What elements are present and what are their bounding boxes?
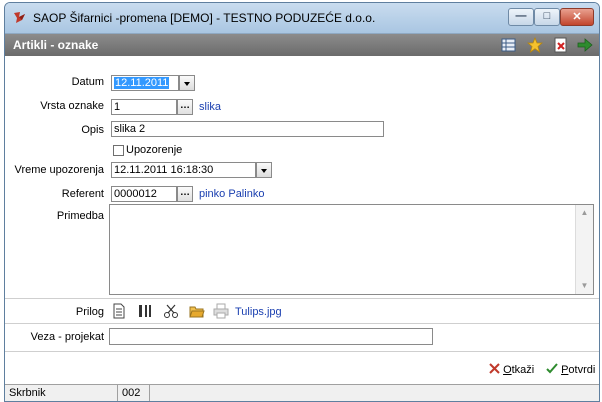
- app-logo-icon: [14, 12, 25, 23]
- window-title: SAOP Šifarnici -promena [DEMO] - TESTNO …: [33, 11, 376, 25]
- text-cursor-icon[interactable]: [137, 303, 153, 319]
- datum-value: 12.11.2011: [114, 77, 170, 89]
- vreme-upozorenja-dropdown-button[interactable]: [256, 162, 272, 178]
- upozorenje-label: Upozorenje: [126, 144, 183, 156]
- app-window: SAOP Šifarnici -promena [DEMO] - TESTNO …: [4, 2, 600, 402]
- vrsta-oznake-label: Vrsta oznake: [40, 100, 104, 112]
- veza-projekat-field[interactable]: [109, 328, 433, 345]
- primedba-label: Primedba: [56, 210, 104, 222]
- open-folder-icon[interactable]: [189, 303, 205, 319]
- primedba-textarea[interactable]: ▲ ▼: [109, 204, 594, 295]
- form-header: Artikli - oznake: [5, 34, 599, 56]
- upozorenje-checkbox[interactable]: [113, 145, 124, 156]
- scroll-up-icon[interactable]: ▲: [576, 205, 593, 221]
- grid-icon[interactable]: [501, 37, 517, 53]
- datum-label: Datum: [71, 76, 104, 88]
- vrsta-oznake-link[interactable]: slika: [199, 101, 221, 113]
- veza-projekat-label: Veza - projekat: [30, 331, 104, 343]
- vrsta-oznake-field[interactable]: 1: [111, 99, 177, 115]
- status-empty: [150, 385, 599, 401]
- opis-label: Opis: [81, 124, 104, 136]
- separator: [5, 351, 599, 352]
- vreme-upozorenja-field[interactable]: 12.11.2011 16:18:30: [111, 162, 256, 178]
- title-bar: SAOP Šifarnici -promena [DEMO] - TESTNO …: [5, 3, 599, 34]
- status-code: 002: [118, 385, 150, 401]
- prilog-file-link[interactable]: Tulips.jpg: [235, 306, 282, 318]
- scroll-down-icon[interactable]: ▼: [576, 278, 593, 294]
- primedba-scrollbar[interactable]: ▲ ▼: [575, 205, 593, 294]
- new-document-icon[interactable]: [111, 303, 127, 319]
- prilog-label: Prilog: [75, 306, 104, 318]
- referent-field[interactable]: 0000012: [111, 186, 177, 202]
- datum-field[interactable]: 12.11.2011: [111, 75, 179, 91]
- star-icon[interactable]: [527, 37, 543, 53]
- close-icon: ✕: [572, 11, 582, 23]
- checkmark-icon: [546, 363, 558, 374]
- scissors-icon[interactable]: [163, 303, 179, 319]
- otkazi-button[interactable]: Otkaži: [489, 363, 534, 376]
- minimize-button[interactable]: —: [508, 8, 534, 26]
- vrsta-oznake-lookup-button[interactable]: …: [177, 99, 193, 115]
- referent-lookup-button[interactable]: …: [177, 186, 193, 202]
- maximize-icon: □: [543, 10, 551, 22]
- otkazi-label: tkaži: [511, 364, 535, 376]
- print-icon[interactable]: [213, 303, 229, 319]
- opis-field[interactable]: slika 2: [111, 121, 384, 137]
- form-title: Artikli - oznake: [13, 38, 99, 52]
- document-x-icon[interactable]: [553, 37, 569, 53]
- close-button[interactable]: ✕: [560, 8, 594, 26]
- separator: [5, 323, 599, 324]
- exit-arrow-icon[interactable]: [577, 37, 593, 53]
- vreme-upozorenja-label: Vreme upozorenja: [14, 164, 104, 176]
- status-user: Skrbnik: [5, 385, 118, 401]
- datum-dropdown-button[interactable]: [179, 75, 195, 91]
- potvrdi-label: otvrdi: [568, 364, 596, 376]
- minimize-icon: —: [515, 10, 527, 22]
- cancel-x-icon: [489, 363, 500, 374]
- separator: [5, 298, 599, 299]
- maximize-button[interactable]: □: [534, 8, 560, 26]
- referent-label: Referent: [61, 188, 104, 200]
- potvrdi-button[interactable]: Potvrdi: [546, 363, 595, 376]
- otkazi-mnemonic: O: [503, 364, 512, 376]
- status-bar: Skrbnik 002: [5, 384, 599, 401]
- referent-link[interactable]: pinko Palinko: [199, 188, 264, 200]
